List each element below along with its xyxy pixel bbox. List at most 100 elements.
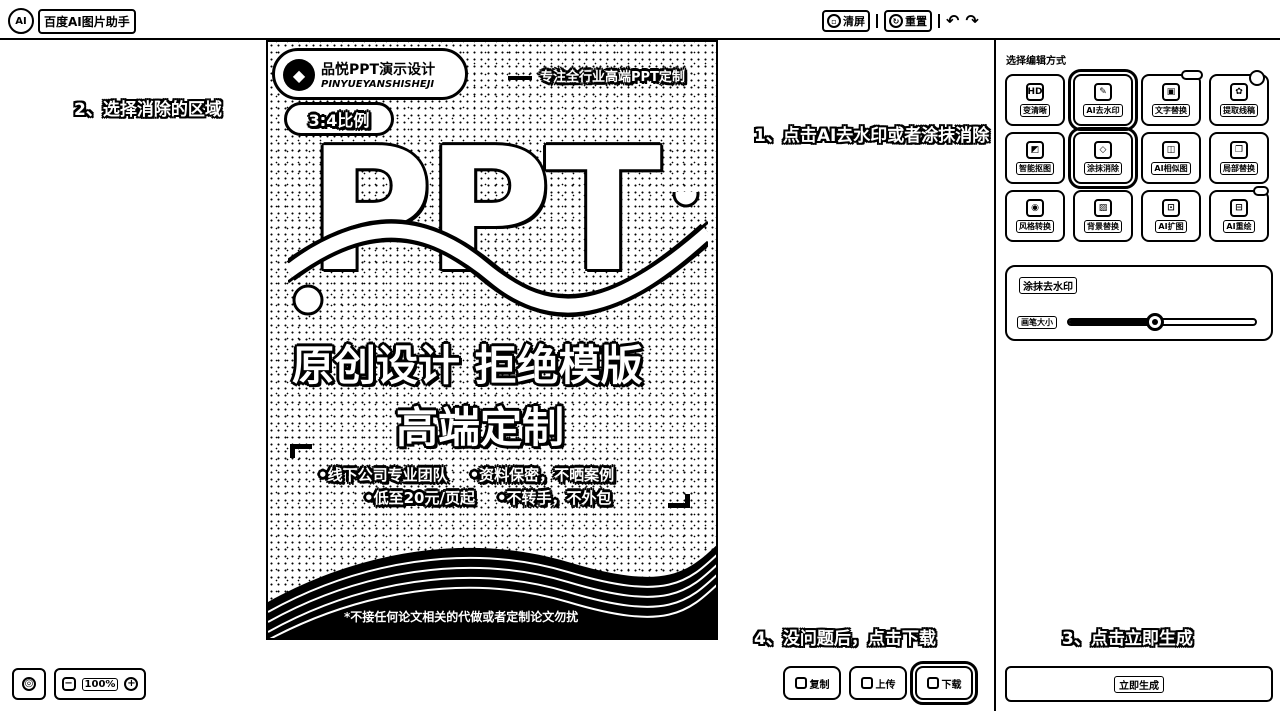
ai-logo-icon: AI (8, 8, 34, 34)
copy-icon (794, 677, 807, 689)
corner-bracket (290, 444, 312, 458)
poster-bullets: •线下公司专业团队 •资料保密，不晒案例 •低至20元/页起 •不转手，不外包 (318, 464, 698, 511)
tool-grid: HD 变清晰 ✎ AI去水印 ▣ 文字替换 ✿ 提取线稿 ◩ 智能抠图 ◇ 涂抹… (1005, 69, 1273, 242)
zoom-out-icon[interactable]: − (61, 677, 76, 691)
tool-smear-erase[interactable]: ◇ 涂抹消除 (1068, 127, 1138, 189)
bullet-item: •资料保密，不晒案例 (469, 466, 615, 484)
zoom-in-icon[interactable]: + (124, 677, 139, 691)
copy-label: 复制 (809, 679, 830, 691)
poster-tagline-text: 专注全行业高端PPT定制 (540, 70, 685, 85)
similar-image-icon: ◫ (1162, 141, 1180, 159)
hot-badge-icon (1249, 70, 1265, 86)
line-art-icon: ✿ (1230, 83, 1248, 101)
redo-icon[interactable]: ↷ (965, 13, 978, 29)
poster-headline-2: 高端定制 (396, 403, 565, 452)
upload-button[interactable]: 上传 (849, 666, 907, 700)
poster-headline-1: 原创设计 拒绝模版 (292, 341, 643, 390)
local-replace-icon: ❐ (1230, 141, 1248, 159)
slider-handle[interactable] (1145, 313, 1164, 331)
expand-icon: ⊡ (1162, 199, 1180, 217)
download-button[interactable]: 下载 (910, 661, 978, 705)
poster-brand-badge: ◆ 品悦PPT演示设计 PINYUEYANSHISHEJI (272, 48, 468, 100)
zoom-controls: ◎ − 100% + (12, 668, 146, 700)
tool-ai-expand[interactable]: ⊡ AI扩图 (1141, 190, 1201, 242)
new-badge (1181, 70, 1203, 80)
top-bar: AI 百度AI图片助手 ▫ 清屏 ↻ 重置 ↶ ↷ (0, 0, 1280, 40)
top-actions: ▫ 清屏 ↻ 重置 ↶ ↷ (822, 10, 979, 32)
upload-label: 上传 (875, 679, 896, 691)
panel-divider (994, 40, 996, 711)
erase-options-card: 涂抹去水印 画笔大小 (1005, 265, 1273, 341)
brand: AI 百度AI图片助手 (8, 8, 136, 34)
poster-swirl-decoration (288, 192, 708, 318)
tool-background-replace[interactable]: ▨ 背景替换 (1073, 190, 1133, 242)
copy-button[interactable]: 复制 (783, 666, 841, 700)
annotation-step-1: 1、点击AI去水印或者涂抹消除 (754, 126, 990, 146)
undo-icon[interactable]: ↶ (946, 13, 959, 29)
corner-bracket (668, 494, 690, 508)
annotation-step-4: 4、没问题后，点击下载 (754, 629, 936, 649)
bullet-item: •线下公司专业团队 (318, 466, 448, 484)
erase-options-title: 涂抹去水印 (1019, 277, 1077, 294)
tool-label: AI扩图 (1155, 220, 1187, 233)
canvas-image[interactable]: ◆ 品悦PPT演示设计 PINYUEYANSHISHEJI 3:4比例 专注全行… (266, 40, 718, 640)
tool-enhance[interactable]: HD 变清晰 (1005, 74, 1065, 126)
tool-label: 提取线稿 (1220, 104, 1258, 117)
brush-size-label: 画笔大小 (1017, 316, 1057, 329)
tool-text-replace[interactable]: ▣ 文字替换 (1141, 70, 1203, 126)
brush-size-slider[interactable] (1067, 313, 1257, 331)
slider-fill (1069, 320, 1155, 324)
tool-ai-redraw[interactable]: ⊟ AI重绘 (1209, 186, 1269, 242)
tool-local-replace[interactable]: ❐ 局部替换 (1209, 132, 1269, 184)
background-icon: ▨ (1094, 199, 1112, 217)
tagline-dash (508, 75, 532, 80)
tool-label: 变清晰 (1020, 104, 1050, 117)
tool-ai-watermark-remove[interactable]: ✎ AI去水印 (1068, 69, 1138, 131)
refresh-icon: ↻ (889, 14, 903, 28)
reset-button[interactable]: ↻ 重置 (884, 10, 932, 32)
tool-label: 局部替换 (1220, 162, 1258, 175)
poster-disclaimer: *不接任何论文相关的代做或者定制论文勿扰 (344, 610, 579, 624)
annotation-step-3: 3、点击立即生成 (1062, 629, 1193, 649)
bullet-item: •低至20元/页起 (364, 489, 475, 508)
generate-button[interactable]: 立即生成 (1005, 666, 1273, 702)
redraw-icon: ⊟ (1230, 199, 1248, 217)
upload-icon (860, 677, 873, 689)
trash-icon: ▫ (827, 14, 841, 28)
poster-brand-pinyin: PINYUEYANSHISHEJI (321, 79, 435, 90)
download-icon (926, 677, 939, 689)
tool-label: AI相似图 (1151, 162, 1191, 175)
edit-mode-title: 选择编辑方式 (1006, 56, 1066, 67)
fit-screen-button[interactable]: ◎ (12, 668, 46, 700)
hd-icon: HD (1026, 83, 1044, 101)
eraser-icon: ◇ (1094, 141, 1112, 159)
app-title: 百度AI图片助手 (38, 8, 136, 34)
tool-label: 智能抠图 (1016, 162, 1054, 175)
beta-badge (1253, 186, 1269, 196)
bullet-row: •线下公司专业团队 •资料保密，不晒案例 (318, 464, 698, 487)
reset-label: 重置 (905, 15, 927, 28)
bullet-row: •低至20元/页起 •不转手，不外包 (318, 487, 698, 510)
fit-icon: ◎ (22, 677, 36, 691)
bullet-item: •不转手，不外包 (496, 489, 612, 508)
tool-label: AI去水印 (1083, 104, 1123, 117)
tool-label: 涂抹消除 (1084, 162, 1122, 175)
tool-label: 风格转换 (1016, 220, 1054, 233)
tool-style-transfer[interactable]: ◉ 风格转换 (1005, 190, 1065, 242)
tool-ai-similar[interactable]: ◫ AI相似图 (1141, 132, 1201, 184)
annotation-step-2: 2、选择消除的区域 (74, 100, 222, 120)
generate-label: 立即生成 (1114, 675, 1164, 693)
poster-tagline: 专注全行业高端PPT定制 (508, 66, 685, 85)
zoom-value: 100% (81, 677, 119, 691)
brand-mark-icon: ◆ (283, 59, 315, 91)
tool-line-art[interactable]: ✿ 提取线稿 (1209, 70, 1269, 126)
tool-smart-cutout[interactable]: ◩ 智能抠图 (1005, 132, 1065, 184)
style-icon: ◉ (1026, 199, 1044, 217)
magic-eraser-icon: ✎ (1094, 83, 1112, 101)
image-actions: 复制 上传 下载 (783, 661, 978, 705)
zoom-control: − 100% + (54, 668, 146, 700)
download-label: 下载 (941, 679, 962, 691)
clear-label: 清屏 (843, 15, 865, 28)
clear-button[interactable]: ▫ 清屏 (822, 10, 870, 32)
tool-label: 文字替换 (1152, 104, 1190, 117)
